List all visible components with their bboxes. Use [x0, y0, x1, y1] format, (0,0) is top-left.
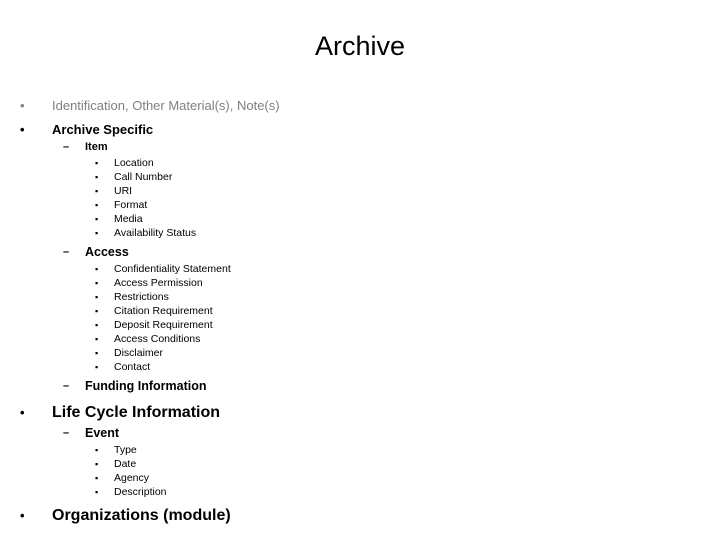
bullet-marker-level-3-icon: ▪ [95, 459, 99, 469]
outline-item-label: Type [114, 444, 137, 456]
outline-item-label: Life Cycle Information [52, 404, 221, 421]
outline-item-label: Media [114, 213, 143, 225]
outline-item-level-1: • Archive Specific [0, 120, 720, 139]
outline-item-level-2: – Item [0, 139, 720, 156]
outline-item-label: Confidentiality Statement [114, 263, 231, 275]
outline-item-level-3: ▪ Availability Status [0, 226, 720, 240]
bullet-marker-level-2-icon: – [63, 141, 70, 153]
outline-item-level-1: • Identification, Other Material(s), Note… [0, 96, 720, 115]
bullet-marker-level-2-icon: – [63, 380, 70, 392]
outline-item-level-3: ▪ Access Conditions [0, 332, 720, 346]
outline-item-label: Item [85, 141, 108, 153]
outline-item-level-1: • Organizations (module) [0, 504, 720, 527]
bullet-marker-level-3-icon: ▪ [95, 158, 99, 168]
bullet-marker-level-1-icon: • [20, 405, 25, 420]
outline-item-label: Deposit Requirement [114, 319, 213, 331]
outline-item-level-1: • Life Cycle Information [0, 401, 720, 424]
outline-item-level-3: ▪ Deposit Requirement [0, 318, 720, 332]
bullet-marker-level-2-icon: – [63, 246, 70, 258]
outline-item-level-2: – Access [0, 243, 720, 262]
bullet-marker-level-3-icon: ▪ [95, 264, 99, 274]
outline-item-level-3: ▪ Citation Requirement [0, 304, 720, 318]
outline-item-level-3: ▪ Location [0, 156, 720, 170]
bullet-marker-level-3-icon: ▪ [95, 320, 99, 330]
bullet-marker-level-3-icon: ▪ [95, 292, 99, 302]
bullet-marker-level-1-icon: • [20, 508, 25, 523]
bullet-marker-level-3-icon: ▪ [95, 228, 99, 238]
bullet-marker-level-3-icon: ▪ [95, 278, 99, 288]
bullet-marker-level-3-icon: ▪ [95, 348, 99, 358]
bullet-marker-level-2-icon: – [63, 427, 70, 439]
outline-item-label: Event [85, 426, 120, 440]
outline-item-label: Format [114, 199, 148, 211]
bullet-marker-level-3-icon: ▪ [95, 200, 99, 210]
bullet-marker-level-3-icon: ▪ [95, 445, 99, 455]
outline-item-level-3: ▪ Description [0, 485, 720, 499]
outline-item-label: Archive Specific [52, 122, 154, 137]
outline-item-level-3: ▪ Restrictions [0, 290, 720, 304]
outline-item-label: Restrictions [114, 291, 169, 303]
outline-item-level-3: ▪ URI [0, 184, 720, 198]
outline-item-label: Access Permission [114, 277, 203, 289]
outline-list: • Identification, Other Material(s), Note… [0, 96, 720, 527]
bullet-marker-level-1-icon: • [20, 122, 25, 137]
bullet-marker-level-3-icon: ▪ [95, 487, 99, 497]
outline-item-level-3: ▪ Access Permission [0, 276, 720, 290]
bullet-marker-level-3-icon: ▪ [95, 473, 99, 483]
bullet-marker-level-3-icon: ▪ [95, 214, 99, 224]
outline-item-level-2: – Funding Information [0, 377, 720, 396]
outline-item-level-2: – Event [0, 424, 720, 443]
outline-item-level-3: ▪ Type [0, 443, 720, 457]
outline-item-label: Agency [114, 472, 150, 484]
page-title: Archive [314, 31, 406, 61]
outline-item-level-3: ▪ Media [0, 212, 720, 226]
outline-item-level-3: ▪ Call Number [0, 170, 720, 184]
bullet-marker-level-3-icon: ▪ [95, 172, 99, 182]
outline-item-label: Access [85, 245, 129, 259]
outline-item-level-3: ▪ Date [0, 457, 720, 471]
outline-item-label: Funding Information [85, 379, 207, 393]
bullet-marker-level-3-icon: ▪ [95, 186, 99, 196]
outline-item-label: Date [114, 458, 137, 470]
outline-item-label: Access Conditions [114, 333, 201, 345]
outline-item-level-3: ▪ Format [0, 198, 720, 212]
outline-item-label: Availability Status [114, 227, 197, 239]
outline-item-level-3: ▪ Agency [0, 471, 720, 485]
outline-item-label: Citation Requirement [114, 305, 213, 317]
outline-item-label: Call Number [114, 171, 173, 183]
bullet-marker-level-3-icon: ▪ [95, 306, 99, 316]
outline-item-label: Location [114, 157, 154, 169]
outline-item-label: Organizations (module) [52, 507, 231, 524]
outline-item-label: Contact [114, 361, 151, 373]
outline-item-label: Description [114, 486, 167, 498]
outline-item-level-3: ▪ Confidentiality Statement [0, 262, 720, 276]
bullet-marker-level-1-icon: • [20, 98, 25, 113]
outline-item-label: URI [114, 185, 133, 197]
bullet-marker-level-3-icon: ▪ [95, 362, 99, 372]
outline-item-label: Identification, Other Material(s), Note(… [52, 98, 280, 113]
outline-item-level-3: ▪ Disclaimer [0, 346, 720, 360]
bullet-marker-level-3-icon: ▪ [95, 334, 99, 344]
outline-item-label: Disclaimer [114, 347, 164, 359]
outline-item-level-3: ▪ Contact [0, 360, 720, 374]
